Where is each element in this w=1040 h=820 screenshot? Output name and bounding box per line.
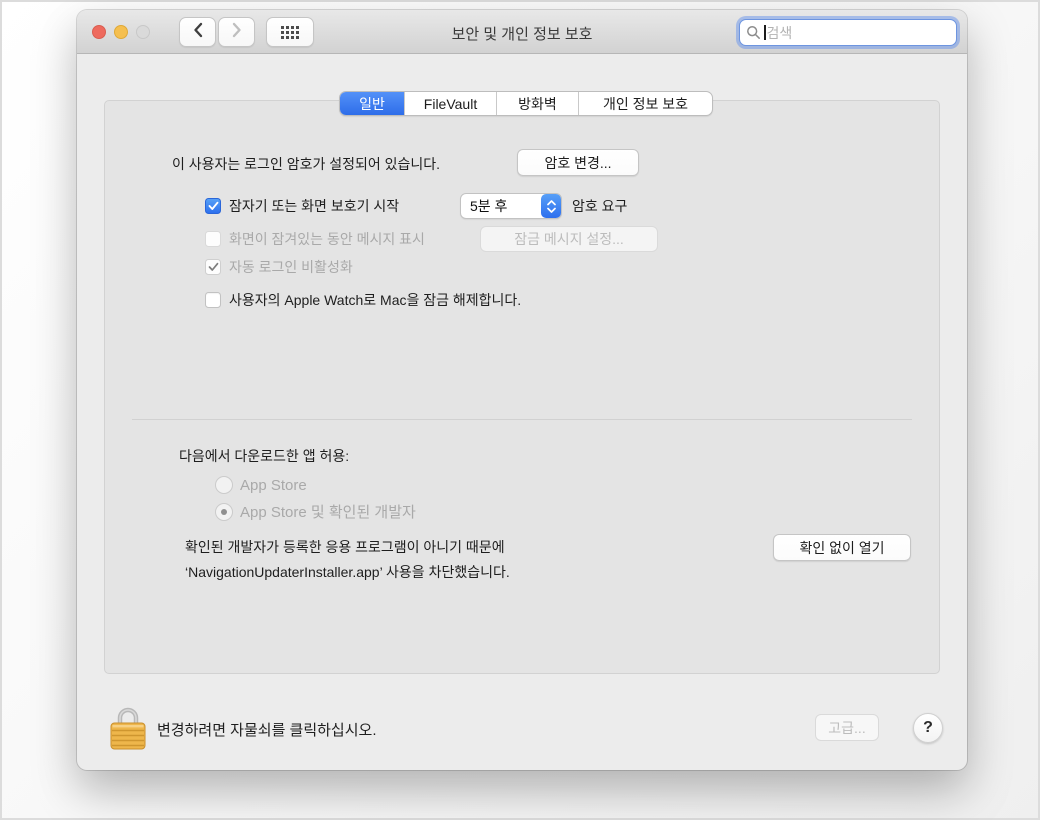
lock-message-checkbox	[205, 231, 221, 247]
tab-firewall[interactable]: 방화벽	[496, 92, 578, 115]
lock-message-label: 화면이 잠겨있는 동안 메시지 표시	[229, 231, 425, 248]
require-password-checkbox[interactable]	[205, 198, 221, 214]
disable-auto-login-checkbox	[205, 259, 221, 275]
title-bar: 보안 및 개인 정보 보호 검색	[77, 10, 967, 54]
apple-watch-checkbox[interactable]	[205, 292, 221, 308]
security-privacy-window: 보안 및 개인 정보 보호 검색 일반 FileVault 방화벽 개인 정보 …	[77, 10, 967, 770]
password-set-text: 이 사용자는 로그인 암호가 설정되어 있습니다.	[172, 156, 440, 173]
app-grid-icon	[281, 26, 299, 39]
window-title: 보안 및 개인 정보 보호	[317, 23, 727, 44]
password-delay-dropdown[interactable]: 5분 후	[460, 193, 562, 219]
minimize-button[interactable]	[114, 25, 128, 39]
radio-app-store	[215, 476, 233, 494]
radio-app-store-identified-label: App Store 및 확인된 개발자	[240, 504, 416, 521]
back-button[interactable]	[179, 17, 216, 47]
change-password-button[interactable]: 암호 변경...	[517, 149, 639, 176]
search-placeholder: 검색	[767, 23, 793, 43]
zoom-button-disabled	[136, 25, 150, 39]
require-password-label: 잠자기 또는 화면 보호기 시작	[229, 198, 399, 215]
lock-instruction-text: 변경하려면 자물쇠를 클릭하십시오.	[157, 722, 377, 739]
blocked-app-text-line2: ‘NavigationUpdaterInstaller.app’ 사용을 차단했…	[185, 564, 510, 581]
radio-dot	[221, 509, 227, 515]
text-caret	[764, 25, 766, 40]
radio-app-store-label: App Store	[240, 477, 307, 494]
tab-general[interactable]: 일반	[340, 92, 404, 115]
tab-filevault[interactable]: FileVault	[404, 92, 496, 115]
password-delay-value: 5분 후	[461, 196, 541, 216]
open-anyway-button[interactable]: 확인 없이 열기	[773, 534, 911, 561]
radio-app-store-identified	[215, 503, 233, 521]
search-input[interactable]: 검색	[739, 19, 957, 46]
checkmark-icon	[208, 201, 219, 211]
section-divider	[132, 419, 912, 420]
chevron-left-icon	[193, 22, 203, 43]
disable-auto-login-label: 자동 로그인 비활성화	[229, 259, 353, 276]
closed-padlock-icon	[110, 704, 146, 750]
traffic-lights	[92, 25, 150, 39]
close-button[interactable]	[92, 25, 106, 39]
content-panel	[104, 100, 940, 674]
forward-button	[218, 17, 255, 47]
checkmark-icon	[208, 262, 219, 272]
chevron-right-icon	[232, 22, 242, 43]
require-password-suffix: 암호 요구	[572, 198, 627, 215]
blocked-app-text-line1: 확인된 개발자가 등록한 응용 프로그램이 아니기 때문에	[185, 539, 505, 556]
up-down-chevrons-icon	[541, 194, 561, 218]
lock-button[interactable]	[110, 704, 146, 750]
search-icon	[746, 25, 761, 40]
advanced-button: 고급...	[815, 714, 879, 741]
desktop: { "window": { "title": "보안 및 개인 정보 보호", …	[0, 0, 1040, 820]
help-button[interactable]: ?	[913, 713, 943, 743]
set-lock-message-button: 잠금 메시지 설정...	[480, 226, 658, 252]
tab-privacy[interactable]: 개인 정보 보호	[578, 92, 712, 115]
show-all-button[interactable]	[266, 17, 314, 47]
downloads-heading: 다음에서 다운로드한 앱 허용:	[179, 448, 349, 465]
tab-bar: 일반 FileVault 방화벽 개인 정보 보호	[339, 91, 713, 116]
apple-watch-label: 사용자의 Apple Watch로 Mac을 잠금 해제합니다.	[229, 292, 521, 309]
